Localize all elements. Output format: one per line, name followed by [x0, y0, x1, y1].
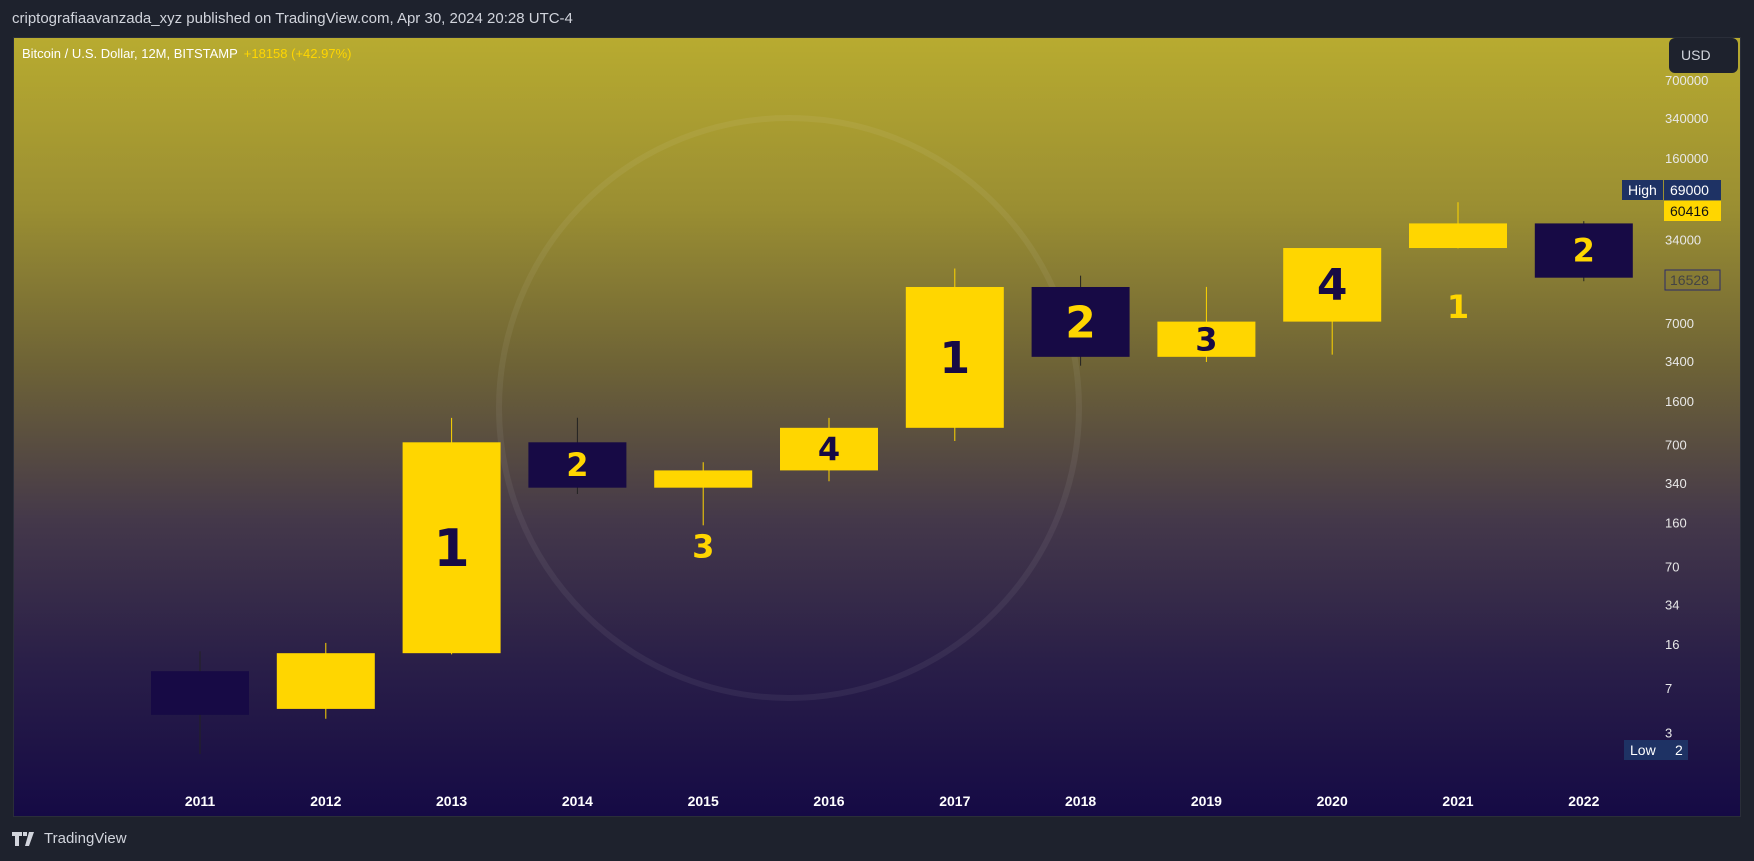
x-tick-label: 2014: [562, 793, 593, 809]
y-tick-label: 3: [1665, 726, 1672, 741]
candlestick-chart: 7000003400001600003400070003400160070034…: [151, 73, 1721, 809]
footer-brand: TradingView: [44, 830, 127, 847]
symbol-legend: Bitcoin / U.S. Dollar, 12M, BITSTAMP +181…: [22, 46, 351, 61]
cycle-label: 3: [1195, 320, 1217, 358]
candle-body-2021: [1409, 223, 1507, 249]
y-tick-label: 7000: [1665, 316, 1694, 331]
y-tick-label: 34000: [1665, 233, 1701, 248]
x-tick-label: 2017: [939, 793, 970, 809]
x-tick-label: 2021: [1442, 793, 1473, 809]
cycle-label: 1: [939, 333, 970, 384]
y-tick-label: 34: [1665, 597, 1679, 612]
cycle-label: 2: [566, 446, 588, 484]
current-price-value: 60416: [1670, 203, 1709, 219]
x-tick-label: 2019: [1191, 793, 1222, 809]
x-tick-label: 2022: [1568, 793, 1599, 809]
last-close-value: 16528: [1670, 272, 1709, 288]
cycle-label: 2: [1065, 297, 1096, 348]
y-tick-label: 7: [1665, 681, 1672, 696]
y-tick-label: 340: [1665, 476, 1687, 491]
x-tick-label: 2015: [688, 793, 719, 809]
x-tick-label: 2016: [813, 793, 844, 809]
y-tick-label: 70: [1665, 559, 1679, 574]
x-tick-label: 2011: [185, 793, 216, 809]
y-tick-label: 700: [1665, 438, 1687, 453]
cycle-label: 2: [1573, 232, 1595, 270]
high-marker-label: High: [1628, 182, 1657, 198]
low-marker-value: 2: [1675, 742, 1683, 758]
y-tick-label: 340000: [1665, 111, 1708, 126]
currency-button[interactable]: USD: [1669, 38, 1738, 73]
candle-body-2015: [654, 470, 753, 488]
footer: TradingView: [12, 830, 127, 847]
candle-body-2012: [276, 653, 375, 709]
cycle-label: 1: [434, 519, 470, 579]
cycle-label: 1: [1447, 288, 1469, 326]
cycle-label: 3: [692, 528, 714, 566]
symbol-title: Bitcoin / U.S. Dollar, 12M, BITSTAMP: [22, 46, 238, 61]
y-tick-label: 3400: [1665, 354, 1694, 369]
x-tick-label: 2012: [310, 793, 341, 809]
y-tick-label: 160: [1665, 516, 1687, 531]
x-tick-label: 2013: [436, 793, 467, 809]
tradingview-logo-icon: [12, 831, 34, 846]
price-change: +18158 (+42.97%): [243, 46, 352, 61]
x-tick-label: 2020: [1317, 793, 1348, 809]
candle-body-2011: [151, 671, 249, 715]
y-tick-label: 16: [1665, 637, 1679, 652]
y-tick-label: 700000: [1665, 73, 1708, 88]
cycle-label: 4: [1317, 260, 1348, 311]
high-marker-value: 69000: [1670, 182, 1709, 198]
x-tick-label: 2018: [1065, 793, 1096, 809]
cycle-label: 4: [818, 430, 840, 468]
y-tick-label: 1600: [1665, 394, 1694, 409]
y-tick-label: 160000: [1665, 151, 1708, 166]
low-marker-label: Low: [1630, 742, 1657, 758]
